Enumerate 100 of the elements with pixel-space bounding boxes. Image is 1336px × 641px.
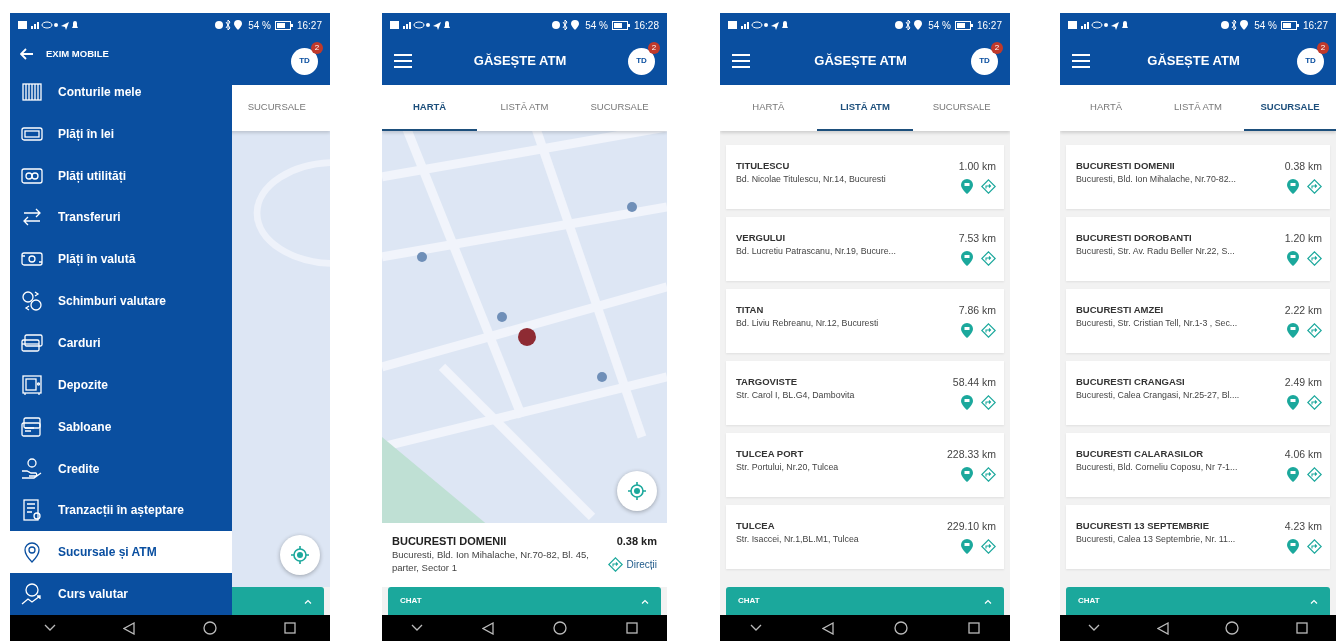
location-card[interactable]: BUCURESTI DOMENII Bucuresti, Bld. Ion Mihalache, Nr.70-82... 0.38 km — [1066, 145, 1330, 209]
location-name: TULCEA — [736, 519, 776, 533]
location-pin-icon[interactable] — [961, 178, 973, 194]
directions-icon[interactable] — [981, 178, 996, 194]
back-icon[interactable] — [1156, 621, 1169, 635]
map-marker-icon[interactable] — [518, 327, 536, 346]
location-address: Bucuresti, Str. Cristian Tell, Nr.1-3 , Sec... — [1076, 317, 1239, 331]
recents-icon[interactable] — [625, 622, 638, 634]
menu-item[interactable]: Sabloane — [10, 405, 232, 448]
menu-item[interactable]: Transferuri — [10, 196, 232, 239]
home-icon[interactable] — [1225, 621, 1240, 635]
directions-icon[interactable] — [1307, 178, 1322, 194]
target-icon — [291, 546, 309, 564]
directions-icon[interactable] — [1307, 538, 1322, 554]
location-card[interactable]: TULCEA PORT Str. Portului, Nr.20, Tulcea 228.33 km — [726, 433, 1004, 497]
back-arrow-icon[interactable] — [20, 48, 34, 60]
menu-item[interactable]: Schimburi valutare — [10, 280, 232, 323]
menu-item[interactable]: Sucursale și ATM — [10, 531, 232, 574]
location-card[interactable]: BUCURESTI CRANGASI Bucuresti, Calea Crangasi, Nr.25-27, Bl.... 2.49 km — [1066, 361, 1330, 425]
notification-badge: 2 — [648, 41, 660, 54]
menu-item[interactable]: Carduri — [10, 322, 232, 364]
location-pin-icon[interactable] — [961, 250, 973, 266]
location-card[interactable]: TITAN Bd. Liviu Rebreanu, Nr.12, Bucuresti 7.86 km — [726, 289, 1004, 353]
location-card[interactable]: BUCURESTI DOROBANTI Bucuresti, Str. Av. Radu Beller Nr.22, S... 1.20 km — [1066, 217, 1330, 281]
recents-icon[interactable] — [1295, 622, 1308, 634]
directions-link[interactable]: Direcții — [608, 557, 657, 573]
location-card[interactable]: VERGULUI Bd. Lucretiu Patrascanu, Nr.19, Bucure... 7.53 km — [726, 217, 1004, 281]
location-card[interactable]: TARGOVISTE Str. Carol I, BL.G4, Dambovita 58.44 km — [726, 361, 1004, 425]
location-card[interactable]: BUCURESTI AMZEI Bucuresti, Str. Cristian Tell, Nr.1-3 , Sec... 2.22 km — [1066, 289, 1330, 353]
tab[interactable]: LISTĂ ATM — [477, 85, 572, 131]
home-icon[interactable] — [894, 621, 908, 635]
directions-icon[interactable] — [981, 250, 996, 266]
clock-time: 16:28 — [633, 18, 659, 33]
location-address: Bucuresti, Bld. Ion Mihalache, Nr.70-82... — [1076, 173, 1237, 187]
location-pin-icon[interactable] — [961, 394, 973, 410]
menu-item[interactable]: Plăți în valută — [10, 238, 232, 281]
location-pin-icon[interactable] — [1287, 394, 1299, 410]
location-pin-icon[interactable] — [961, 538, 973, 554]
tab[interactable]: SUCURSALE — [572, 85, 667, 131]
system-icons-drawing — [1220, 20, 1251, 30]
location-address: Str. Isaccei, Nr.1,BL.M1, Tulcea — [736, 533, 860, 547]
directions-icon[interactable] — [1307, 394, 1322, 410]
tab[interactable]: LISTĂ ATM — [816, 85, 914, 131]
directions-icon[interactable] — [981, 466, 996, 482]
menu-item[interactable]: Curs valutar — [10, 573, 232, 615]
back-icon[interactable] — [482, 621, 495, 635]
menu-item[interactable]: Plăți utilități — [10, 154, 232, 197]
notification-badge: 2 — [311, 41, 323, 54]
chevron-down-icon[interactable] — [750, 624, 762, 632]
location-pin-icon[interactable] — [1287, 178, 1299, 194]
menu-item[interactable]: Conturile mele — [10, 71, 232, 113]
map-pin-icon[interactable] — [417, 251, 427, 262]
location-pin-icon[interactable] — [1287, 322, 1299, 338]
location-card[interactable]: TITULESCU Bd. Nicolae Titulescu, Nr.14, Bucuresti 1.00 km — [726, 145, 1004, 209]
directions-icon[interactable] — [1307, 466, 1322, 482]
directions-icon[interactable] — [608, 557, 624, 573]
map-pin-icon[interactable] — [597, 371, 607, 382]
menu-item[interactable]: Credite — [10, 447, 232, 490]
tab[interactable]: HARTĂ — [1060, 85, 1153, 131]
location-pin-icon[interactable] — [1287, 250, 1299, 266]
location-address: Bucuresti, Str. Av. Radu Beller Nr.22, S... — [1076, 245, 1236, 259]
back-icon[interactable] — [822, 621, 834, 635]
directions-icon[interactable] — [981, 322, 996, 338]
recents-icon[interactable] — [968, 622, 980, 634]
location-distance: 0.38 km — [1284, 159, 1322, 174]
recents-icon[interactable] — [284, 622, 297, 634]
map-pin-icon[interactable] — [497, 311, 507, 322]
map-pin-icon[interactable] — [627, 201, 637, 212]
chevron-down-icon[interactable] — [43, 624, 56, 632]
back-icon[interactable] — [123, 621, 136, 635]
location-address: Bucuresti, Calea Crangasi, Nr.25-27, Bl.... — [1076, 389, 1241, 403]
directions-icon[interactable] — [1307, 250, 1322, 266]
location-card[interactable]: BUCURESTI CALARASILOR Bucuresti, Bld. Corneliu Coposu, Nr 7-1... 4.06 km — [1066, 433, 1330, 497]
tab[interactable]: LISTĂ ATM — [1152, 85, 1244, 131]
menu-icon[interactable] — [394, 54, 412, 68]
tab[interactable]: SUCURSALE — [1244, 85, 1336, 131]
location-pin-icon[interactable] — [1287, 538, 1299, 554]
home-icon[interactable] — [552, 621, 567, 635]
menu-item[interactable]: Depozite — [10, 363, 232, 406]
currency-exchange-icon — [20, 289, 44, 314]
location-pin-icon[interactable] — [961, 322, 973, 338]
menu-icon[interactable] — [732, 54, 750, 68]
chevron-down-icon[interactable] — [1088, 624, 1101, 632]
location-card[interactable]: BUCURESTI 13 SEPTEMBRIE Bucuresti, Calea 13 Septembrie, Nr. 11... 4.23 km — [1066, 505, 1330, 569]
tab[interactable]: HARTĂ — [720, 85, 817, 131]
menu-item[interactable]: Tranzacții în așteptare — [10, 489, 232, 532]
screen-title: GĂSEȘTE ATM — [472, 52, 568, 71]
tab[interactable]: SUCURSALE — [913, 85, 1010, 131]
menu-icon[interactable] — [1072, 54, 1090, 68]
location-pin-icon[interactable] — [961, 466, 973, 482]
directions-icon[interactable] — [1307, 322, 1322, 338]
location-pin-icon[interactable] — [1287, 466, 1299, 482]
directions-icon[interactable] — [981, 394, 996, 410]
screen-title: GĂSEȘTE ATM — [813, 52, 908, 71]
home-icon[interactable] — [202, 621, 217, 635]
battery-percentage: 54 % — [585, 18, 608, 33]
directions-icon[interactable] — [981, 538, 996, 554]
menu-item[interactable]: Plăți în lei — [10, 112, 232, 155]
location-card[interactable]: TULCEA Str. Isaccei, Nr.1,BL.M1, Tulcea 229.10 km — [726, 505, 1004, 569]
chevron-down-icon[interactable] — [411, 624, 424, 632]
